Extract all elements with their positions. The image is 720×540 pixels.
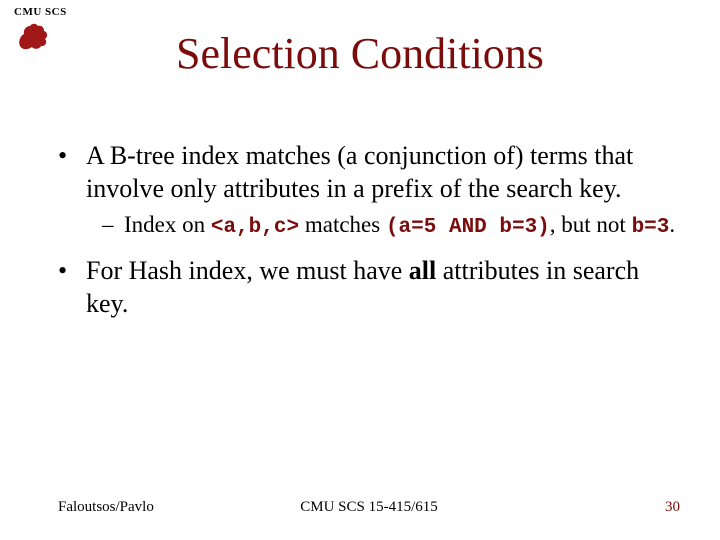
bullet-1-sub: Index on <a,b,c> matches (a=5 AND b=3), …: [102, 211, 680, 241]
slide: CMU SCS Selection Conditions A B-tree in…: [0, 0, 720, 540]
b1s-code1: <a,b,c>: [211, 216, 299, 239]
org-label: CMU SCS: [14, 6, 67, 18]
b1s-pre: Index on: [124, 212, 211, 237]
footer-left: Faloutsos/Pavlo: [58, 499, 154, 516]
footer-page-number: 30: [665, 499, 680, 516]
b1s-code2: (a=5 AND b=3): [386, 216, 550, 239]
bullet-1-text: A B-tree index matches (a conjunction of…: [86, 141, 633, 203]
slide-body: A B-tree index matches (a conjunction of…: [58, 140, 680, 334]
b1s-code3: b=3: [632, 216, 670, 239]
slide-title: Selection Conditions: [0, 28, 720, 79]
b1s-post1: , but not: [550, 212, 632, 237]
bullet-2: For Hash index, we must have all attribu…: [58, 255, 680, 320]
b1s-mid: matches: [299, 212, 386, 237]
b2-bold: all: [409, 256, 436, 285]
bullet-1: A B-tree index matches (a conjunction of…: [58, 140, 680, 241]
b1s-post2: .: [669, 212, 675, 237]
b2-pre: For Hash index, we must have: [86, 256, 409, 285]
slide-footer: Faloutsos/Pavlo CMU SCS 15-415/615 30: [58, 499, 680, 516]
